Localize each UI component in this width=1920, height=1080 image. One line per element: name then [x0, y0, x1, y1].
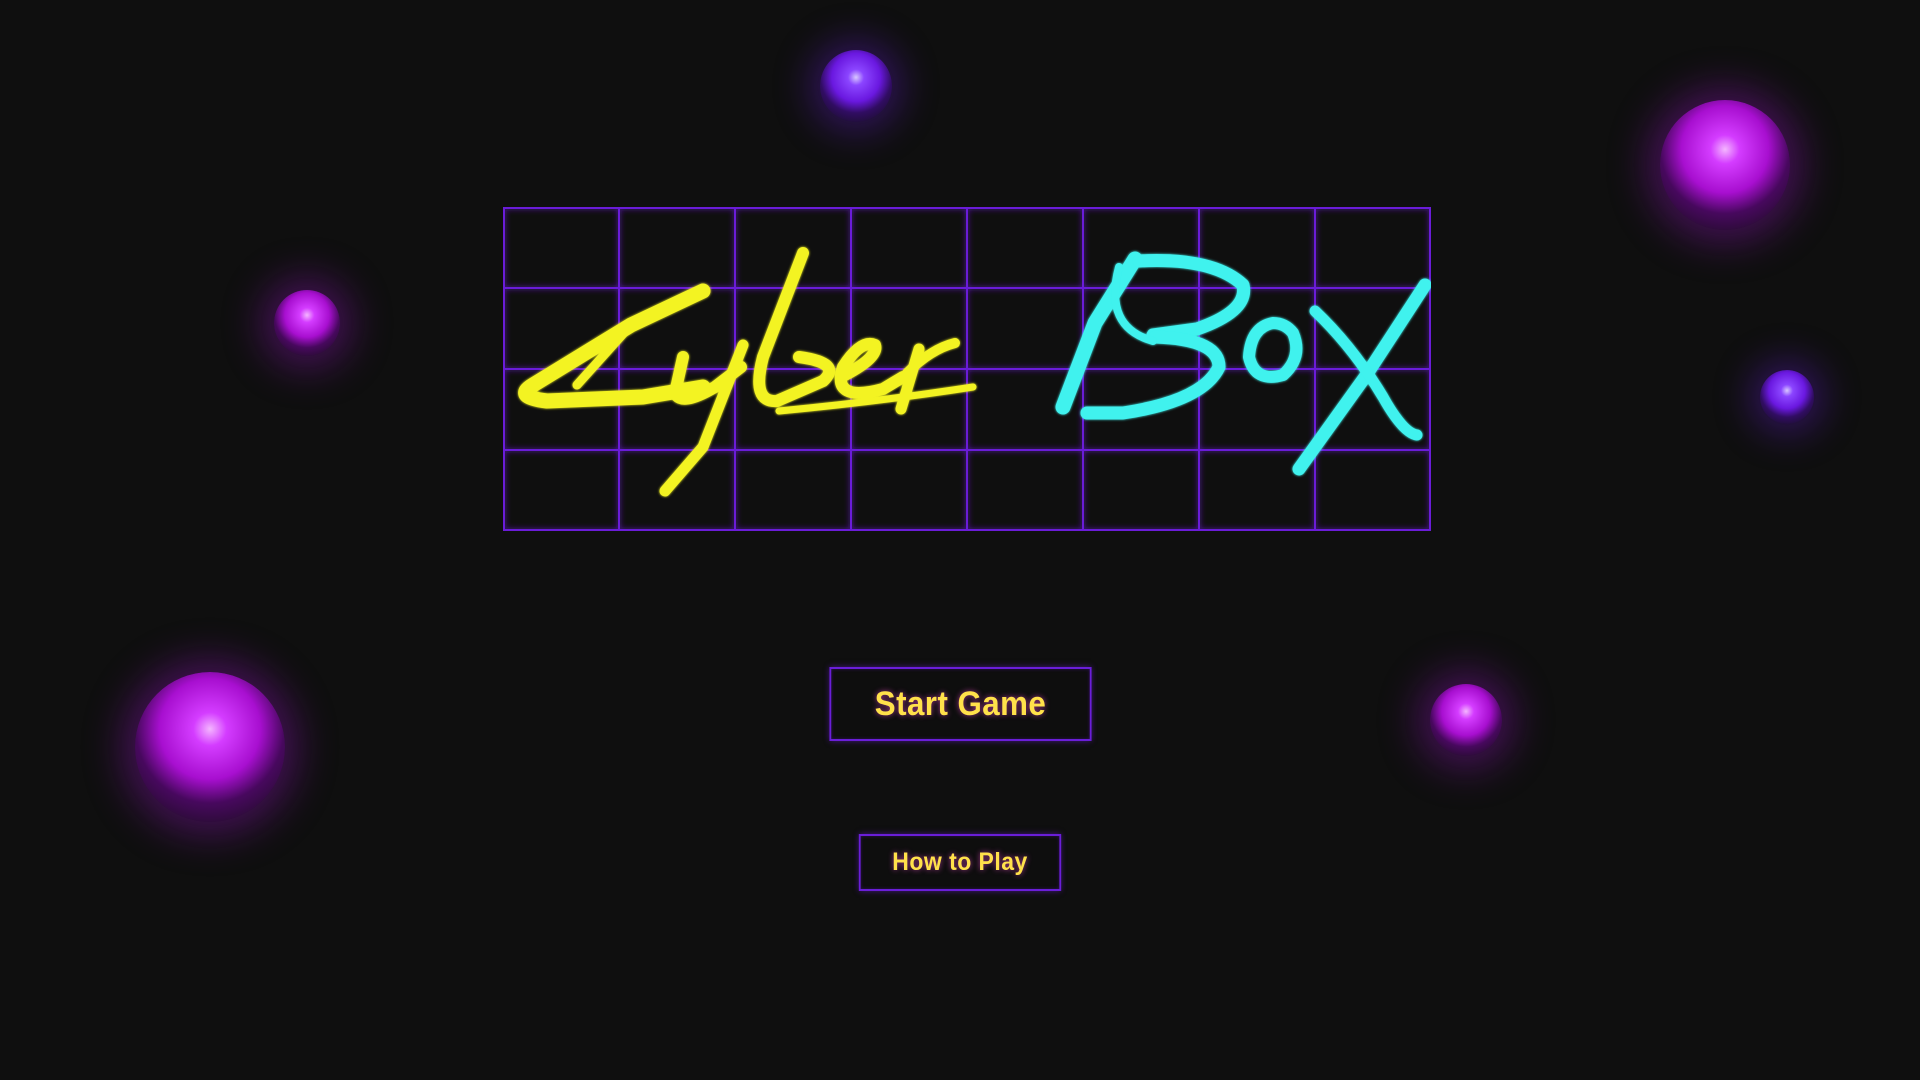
start-game-button[interactable]: Start Game: [829, 667, 1092, 741]
glow-orb: [820, 50, 892, 122]
logo-box-text: [1055, 251, 1431, 476]
glow-orb: [274, 290, 340, 356]
title-screen: Start Game How to Play: [0, 0, 1920, 1080]
glow-orb: [1430, 684, 1502, 756]
logo-graphic: [503, 207, 1431, 531]
glow-orb: [1760, 370, 1814, 424]
glow-orb: [135, 672, 285, 822]
glow-orb: [1660, 100, 1790, 230]
game-logo: [503, 207, 1431, 531]
how-to-play-button[interactable]: How to Play: [858, 834, 1062, 891]
